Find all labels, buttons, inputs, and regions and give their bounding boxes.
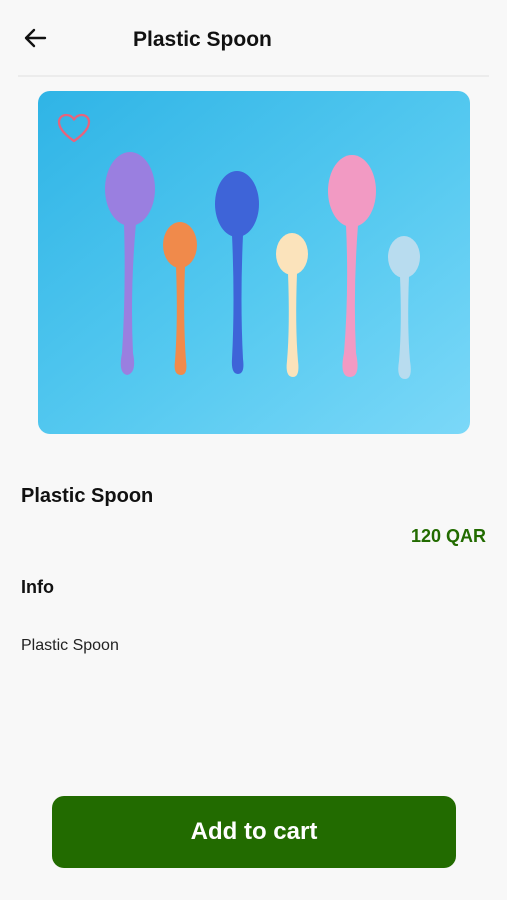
heart-outline-icon bbox=[57, 113, 91, 143]
product-detail-screen: Plastic Spoon Plastic Spoon 120 QAR Info… bbox=[0, 0, 507, 900]
add-to-cart-button[interactable]: Add to cart bbox=[52, 796, 456, 868]
back-button[interactable] bbox=[20, 24, 50, 52]
info-heading: Info bbox=[21, 577, 54, 597]
favorite-button[interactable] bbox=[56, 112, 92, 144]
page-title: Plastic Spoon bbox=[133, 28, 272, 51]
product-price: 120 QAR bbox=[410, 526, 486, 546]
info-description: Plastic Spoon bbox=[21, 637, 119, 654]
arrow-left-icon bbox=[24, 28, 47, 48]
product-name: Plastic Spoon bbox=[21, 485, 154, 507]
header-divider bbox=[18, 75, 489, 77]
app-header: Plastic Spoon bbox=[0, 0, 507, 78]
product-image bbox=[38, 91, 470, 434]
